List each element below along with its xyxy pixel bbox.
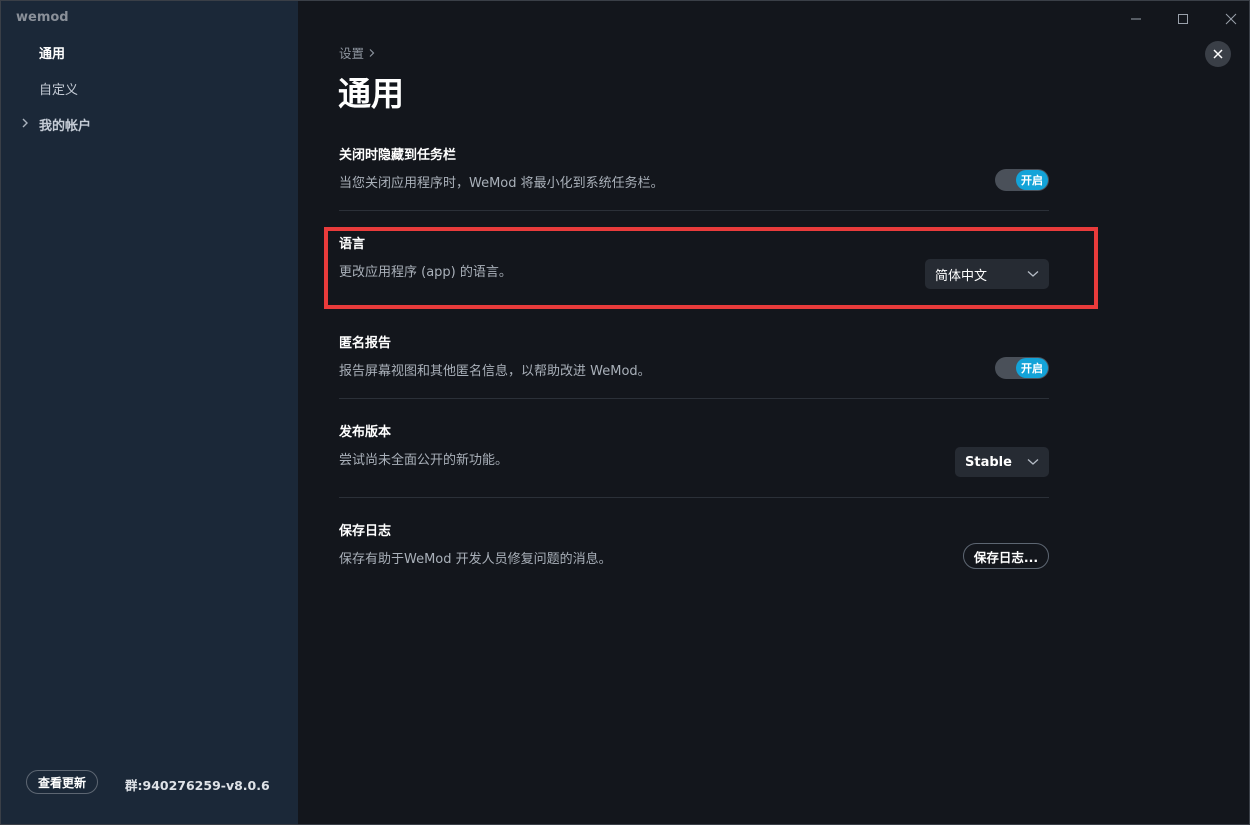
close-icon [1213, 49, 1223, 59]
close-settings-button[interactable] [1205, 41, 1231, 67]
setting-title: 关闭时隐藏到任务栏 [339, 148, 457, 163]
maximize-icon [1178, 14, 1188, 24]
toggle-label: 开启 [1016, 170, 1048, 190]
sidebar-item-customize[interactable]: 自定义 [39, 79, 78, 98]
chevron-down-icon [1027, 459, 1039, 465]
chevron-down-icon [1027, 271, 1039, 277]
maximize-button[interactable] [1173, 9, 1193, 29]
hide-to-tray-toggle[interactable]: 开启 [995, 169, 1049, 191]
sidebar: wemod 通用 自定义 我的帐户 查看更新 群:940276259-v8.0.… [1, 1, 298, 824]
setting-title: 匿名报告 [339, 336, 392, 351]
version-label: 群:940276259-v8.0.6 [125, 778, 270, 793]
toggle-label: 开启 [1016, 358, 1048, 378]
app-window: wemod 通用 自定义 我的帐户 查看更新 群:940276259-v8.0.… [0, 0, 1250, 825]
breadcrumb[interactable]: 设置 [339, 43, 376, 62]
setting-description: 当您关闭应用程序时，WeMod 将最小化到系统任务栏。 [339, 176, 664, 191]
setting-title: 保存日志 [339, 524, 392, 539]
breadcrumb-settings[interactable]: 设置 [339, 43, 364, 62]
select-value: 简体中文 [935, 268, 988, 284]
page-title: 通用 [338, 74, 404, 113]
divider [339, 210, 1049, 211]
window-close-button[interactable] [1221, 9, 1241, 29]
minimize-icon [1131, 18, 1141, 20]
divider [339, 497, 1049, 498]
setting-description: 报告屏幕视图和其他匿名信息，以帮助改进 WeMod。 [339, 364, 651, 379]
release-channel-select[interactable]: Stable [955, 447, 1049, 477]
setting-title: 发布版本 [339, 425, 392, 440]
divider [339, 398, 1049, 399]
chevron-right-icon [369, 48, 375, 57]
select-value: Stable [965, 454, 1012, 470]
setting-description: 保存有助于WeMod 开发人员修复问题的消息。 [339, 552, 612, 567]
app-title: wemod [16, 10, 69, 25]
setting-description: 尝试尚未全面公开的新功能。 [339, 453, 509, 468]
save-logs-button[interactable]: 保存日志... [963, 543, 1049, 569]
setting-title: 语言 [339, 237, 366, 252]
sidebar-item-general[interactable]: 通用 [39, 43, 65, 62]
sidebar-item-my-account[interactable]: 我的帐户 [39, 115, 91, 134]
language-select[interactable]: 简体中文 [925, 259, 1049, 289]
setting-description: 更改应用程序 (app) 的语言。 [339, 265, 512, 280]
anonymous-reporting-toggle[interactable]: 开启 [995, 357, 1049, 379]
window-close-icon [1225, 13, 1237, 25]
minimize-button[interactable] [1126, 9, 1146, 29]
check-updates-button[interactable]: 查看更新 [26, 770, 98, 794]
chevron-right-icon[interactable] [20, 116, 30, 130]
